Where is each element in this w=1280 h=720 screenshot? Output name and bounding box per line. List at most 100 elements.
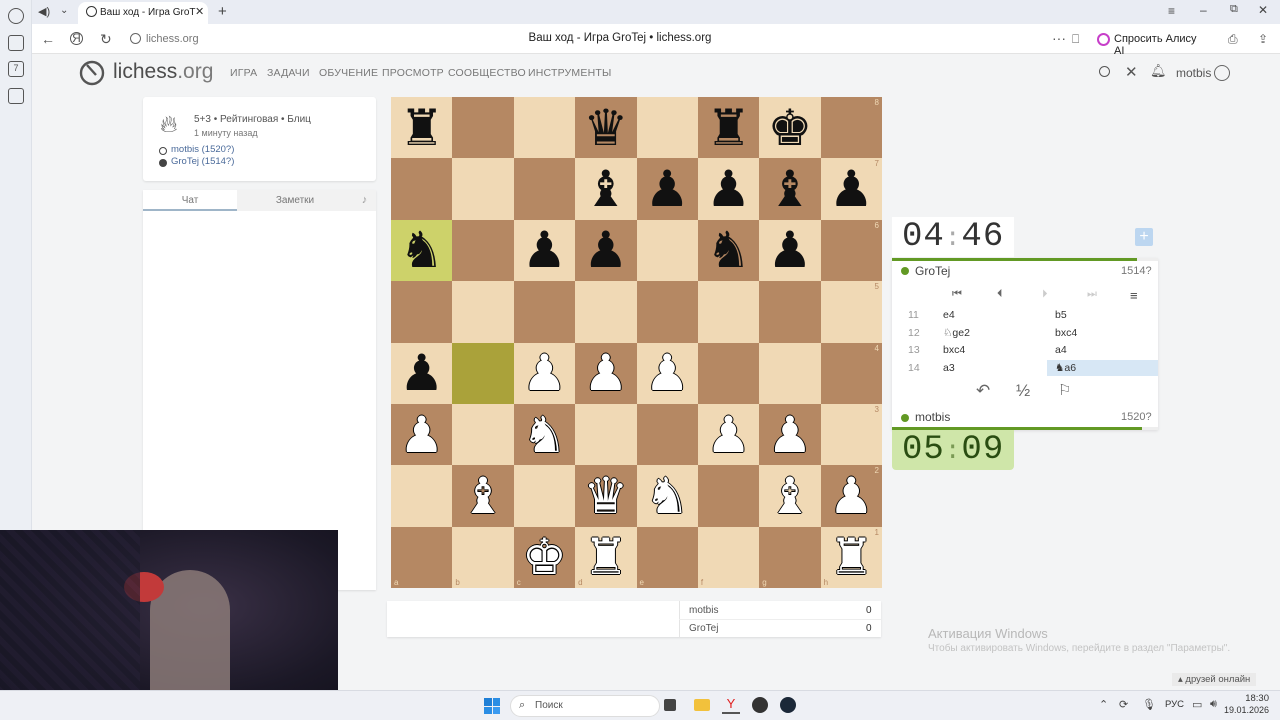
square-b8[interactable] (452, 97, 514, 159)
square-e7[interactable]: ♟︎ (636, 158, 698, 220)
square-f7[interactable]: ♟︎ (697, 158, 760, 220)
square-d8[interactable]: ♛ (575, 97, 637, 159)
square-g4[interactable] (759, 342, 821, 404)
alice-button[interactable]: Спросить Алису AI (1092, 29, 1206, 57)
square-h5[interactable]: 5 (820, 281, 882, 343)
file-explorer-icon[interactable] (694, 699, 710, 711)
square-b3[interactable] (452, 403, 514, 466)
tab-list-chevron-icon[interactable]: ⌄ (60, 5, 68, 16)
white-move[interactable]: e4 (943, 309, 955, 321)
square-e6[interactable] (636, 219, 698, 282)
white-piece[interactable]: ♟︎ (399, 410, 444, 460)
black-piece[interactable]: ♟︎ (522, 225, 567, 275)
square-g3[interactable]: ♟︎ (759, 403, 821, 466)
square-g5[interactable] (759, 281, 821, 343)
square-f6[interactable]: ♞ (697, 219, 760, 282)
tray-chevron-icon[interactable]: ⌃ (1099, 698, 1108, 711)
white-move[interactable]: bxc4 (943, 344, 965, 356)
clock-time[interactable]: 18:30 (1229, 693, 1269, 704)
white-player-link[interactable]: motbis (1520?) (171, 144, 234, 155)
clock-date[interactable]: 19.01.2026 (1224, 705, 1269, 715)
black-piece[interactable]: ♛ (583, 103, 628, 153)
square-c8[interactable] (513, 97, 576, 159)
black-piece[interactable]: ♟︎ (583, 225, 628, 275)
history-icon[interactable] (8, 8, 24, 24)
current-move[interactable]: ♞a6 (1047, 359, 1158, 376)
bookmark-icon[interactable]: ⎕ (1072, 32, 1079, 46)
black-move[interactable]: a4 (1055, 344, 1067, 356)
white-piece[interactable]: ♜ (829, 532, 874, 582)
nav-play[interactable]: ИГРА (230, 67, 257, 79)
square-h2[interactable]: ♟︎ 2 (820, 465, 882, 527)
square-d7[interactable]: ♝ (575, 158, 637, 220)
app-taskbar-icon[interactable] (752, 697, 768, 713)
nav-watch[interactable]: ПРОСМОТР (382, 67, 444, 79)
square-c1[interactable]: ♚ c (513, 526, 576, 588)
audio-tab-icon[interactable]: ◀) (38, 5, 50, 18)
square-c5[interactable] (513, 281, 576, 343)
square-a3[interactable]: ♟︎ (391, 403, 453, 466)
next-move-icon[interactable]: ⏵ (1042, 288, 1048, 301)
opponent-name[interactable]: GroTej (915, 264, 950, 278)
square-d2[interactable]: ♛ (575, 465, 637, 527)
friends-online-button[interactable]: ▴ друзей онлайн (1172, 673, 1257, 686)
square-c7[interactable] (513, 158, 576, 220)
square-a1[interactable]: a (391, 526, 453, 588)
square-a6[interactable]: ♞ (391, 219, 453, 282)
white-piece[interactable]: ♚ (522, 532, 567, 582)
square-e8[interactable] (636, 97, 698, 159)
square-f5[interactable] (697, 281, 760, 343)
nav-community[interactable]: СООБЩЕСТВО (448, 67, 526, 79)
lichess-wordmark[interactable]: lichess.org (113, 60, 213, 84)
black-player-link[interactable]: GroTej (1514?) (171, 156, 234, 167)
square-e3[interactable] (636, 403, 698, 466)
square-b4[interactable] (452, 342, 514, 404)
black-piece[interactable]: ♝ (583, 164, 628, 214)
white-piece[interactable]: ♛ (583, 471, 628, 521)
square-g8[interactable]: ♚ (759, 97, 821, 159)
square-c6[interactable]: ♟︎ (513, 219, 576, 282)
chess-board[interactable]: ♜ ♛ ♜ ♚ 8 ♝ ♟︎ ♟︎ ♝ ♟︎ 7 ♞ ♟︎ ♟︎ ♞ ♟︎ 6 5 ♟︎ ♟︎ ♟︎ ♟︎ 4 ♟︎ ♞ ♟︎ ♟︎… (391, 97, 882, 588)
steam-taskbar-icon[interactable] (780, 697, 796, 713)
yandex-browser-taskbar-icon[interactable]: Y (722, 696, 740, 714)
add-time-icon[interactable]: + (1135, 228, 1153, 246)
square-c3[interactable]: ♞ (513, 403, 576, 466)
square-e4[interactable]: ♟︎ (636, 342, 698, 404)
square-f4[interactable] (697, 342, 760, 404)
calendar-icon[interactable]: 7 (8, 61, 24, 77)
window-close-icon[interactable]: ✕ (1258, 3, 1268, 17)
microphone-icon[interactable]: 🎙︎ (1142, 698, 1156, 711)
black-move[interactable]: b5 (1055, 309, 1067, 321)
square-d3[interactable] (575, 403, 637, 466)
network-icon[interactable]: ▭ (1192, 698, 1202, 711)
offer-draw-button[interactable]: ½ (1016, 381, 1030, 401)
square-b2[interactable]: ♝ (452, 465, 514, 527)
square-h8[interactable]: 8 (820, 97, 882, 159)
user-menu[interactable]: motbis (1176, 66, 1211, 80)
black-move[interactable]: bxc4 (1055, 327, 1077, 339)
lichess-logo-icon[interactable] (78, 58, 106, 86)
first-move-icon[interactable]: ⏮ (952, 288, 962, 301)
square-f1[interactable]: f (697, 526, 760, 588)
nav-puzzles[interactable]: ЗАДАЧИ (267, 67, 310, 79)
square-h6[interactable]: 6 (820, 219, 882, 282)
square-a7[interactable] (391, 158, 453, 220)
square-c2[interactable] (513, 465, 576, 527)
square-d6[interactable]: ♟︎ (575, 219, 637, 282)
black-piece[interactable]: ♟︎ (399, 348, 444, 398)
white-piece[interactable]: ♟︎ (706, 410, 751, 460)
more-options-icon[interactable]: ··· (1052, 31, 1066, 45)
square-e5[interactable] (636, 281, 698, 343)
takeback-icon[interactable]: ↶ (976, 381, 990, 401)
taskbar-search[interactable]: ⌕ Поиск (510, 695, 660, 717)
white-piece[interactable]: ♟︎ (583, 348, 628, 398)
crosstable-player-1[interactable]: motbis (689, 605, 718, 616)
square-g2[interactable]: ♝ (759, 465, 821, 527)
square-d5[interactable] (575, 281, 637, 343)
me-name[interactable]: motbis (915, 410, 950, 424)
white-piece[interactable]: ♞ (645, 471, 690, 521)
square-b7[interactable] (452, 158, 514, 220)
new-tab-icon[interactable]: + (218, 3, 227, 20)
browser-tab-active[interactable]: Ваш ход - Игра GroT (78, 2, 208, 24)
nav-learn[interactable]: ОБУЧЕНИЕ (319, 67, 378, 79)
